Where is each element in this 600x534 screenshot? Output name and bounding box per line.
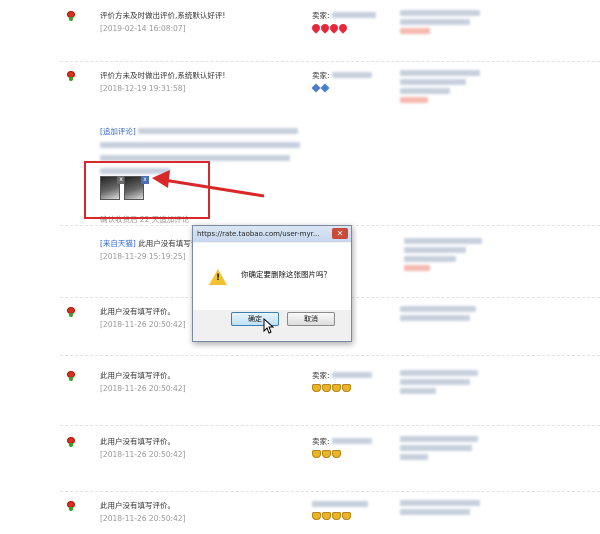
crown-icon — [342, 384, 351, 392]
dialog-body: ! 你确定要删除这张图片吗？ — [193, 243, 351, 310]
warning-icon: ! — [209, 269, 227, 285]
review-date: [2018-11-26 20:50:42] — [100, 384, 186, 393]
review-row: 此用户没有填写评价。 [2018-11-26 20:50:42] 卖家: — [60, 436, 600, 492]
seller-info — [312, 500, 392, 521]
crown-icon — [342, 512, 351, 520]
seller-credit-badges — [312, 450, 392, 459]
crown-icon — [332, 384, 341, 392]
seller-label: 卖家: — [312, 11, 330, 20]
diamond-icon — [320, 83, 330, 93]
crown-icon — [322, 384, 331, 392]
dialog-close-button[interactable]: ✕ — [332, 228, 348, 239]
seller-name-blurred[interactable] — [331, 438, 372, 444]
product-info-blurred[interactable] — [404, 238, 494, 274]
seller-name-blurred[interactable] — [331, 12, 376, 18]
product-info-blurred[interactable] — [400, 500, 490, 518]
mouse-cursor-icon — [263, 318, 275, 334]
diamond-icon — [311, 83, 321, 93]
appended-review-tag: [追加评论] — [100, 127, 136, 136]
rating-flower-icon — [66, 371, 76, 381]
seller-name-blurred[interactable] — [331, 372, 372, 378]
seller-info: 卖家: — [310, 10, 392, 34]
review-comment: 此用户没有填写评价。 — [100, 501, 175, 510]
crown-icon — [312, 450, 321, 458]
seller-label: 卖家: — [312, 371, 330, 380]
dialog-message: 你确定要删除这张图片吗？ — [241, 270, 331, 279]
crown-icon — [312, 384, 321, 392]
review-row: 此用户没有填写评价。 [2018-11-26 20:50:42] — [60, 500, 600, 534]
seller-info: 卖家: — [312, 370, 392, 393]
seller-credit-badges — [311, 83, 392, 93]
cancel-button[interactable]: 取消 — [287, 312, 335, 326]
seller-label: 卖家: — [312, 71, 330, 80]
product-info-blurred[interactable] — [400, 70, 490, 106]
review-date: [2019-02-14 16:08:07] — [100, 24, 186, 33]
crown-icon — [322, 450, 331, 458]
review-row: 此用户没有填写评价。 [2018-11-26 20:50:42] 卖家: — [60, 370, 600, 426]
review-date: [2018-12-19 19:31:58] — [100, 84, 186, 93]
seller-info: 卖家: — [311, 70, 392, 93]
tmall-source-link[interactable]: [来自天猫] — [100, 239, 136, 248]
seller-credit-badges — [312, 384, 392, 393]
seller-name-blurred[interactable] — [312, 501, 368, 507]
seller-name-blurred[interactable] — [331, 72, 372, 78]
review-comment: 评价方未及时做出评价,系统默认好评! — [100, 71, 226, 80]
review-comment: 此用户没有填写评价。 — [100, 437, 175, 446]
dialog-title: https://rate.taobao.com/user-myr... — [193, 226, 351, 242]
crown-icon — [322, 512, 331, 520]
seller-info: 卖家: — [312, 436, 392, 459]
rating-flower-icon — [66, 437, 76, 447]
seller-credit-badges — [312, 512, 392, 521]
crown-icon — [332, 450, 341, 458]
rating-flower-icon — [66, 71, 76, 81]
product-info-blurred[interactable] — [400, 436, 490, 463]
rating-flower-icon — [66, 11, 76, 21]
crown-icon — [312, 512, 321, 520]
heart-icon — [337, 22, 349, 34]
product-info-blurred[interactable] — [400, 10, 490, 37]
rating-flower-icon — [66, 501, 76, 511]
product-info-blurred[interactable] — [400, 306, 490, 324]
review-comment: 评价方未及时做出评价,系统默认好评! — [100, 11, 226, 20]
rating-flower-icon — [66, 307, 76, 317]
review-date: [2018-11-26 20:50:42] — [100, 450, 186, 459]
annotation-arrow-icon — [152, 170, 265, 198]
seller-label: 卖家: — [312, 437, 330, 446]
review-date: [2018-11-29 15:19:25] — [100, 252, 186, 261]
review-comment: 此用户没有填写评价。 — [100, 371, 175, 380]
review-row: 评价方未及时做出评价,系统默认好评! [2019-02-14 16:08:07]… — [60, 10, 600, 62]
seller-credit-badges — [310, 22, 392, 34]
review-date: [2018-11-26 20:50:42] — [100, 320, 186, 329]
crown-icon — [332, 512, 341, 520]
review-date: [2018-11-26 20:50:42] — [100, 514, 186, 523]
product-info-blurred[interactable] — [400, 370, 490, 397]
